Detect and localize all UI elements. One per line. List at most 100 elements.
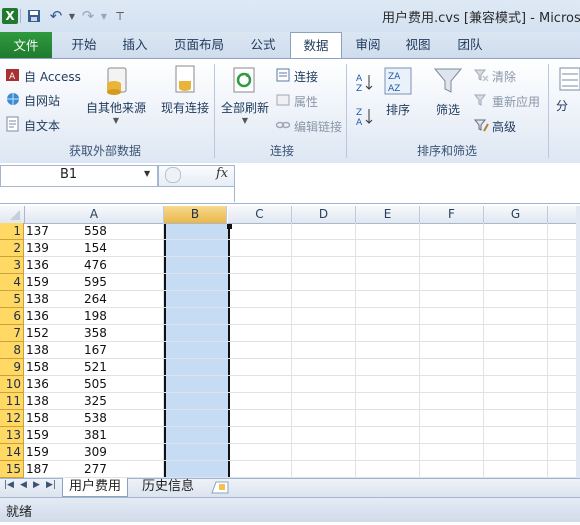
cell-a-suffix[interactable]: 309	[84, 444, 110, 461]
column-header-partial[interactable]	[548, 206, 576, 224]
row-header[interactable]: 6	[0, 308, 24, 325]
sort-desc-button[interactable]: ZA	[356, 106, 374, 129]
connections-button[interactable]: 连接	[275, 67, 318, 86]
column-header-a[interactable]: A	[25, 206, 164, 224]
row-header[interactable]: 9	[0, 359, 24, 376]
customize-toolbar-icon[interactable]: ⊤	[112, 8, 128, 24]
cell-a-suffix[interactable]: 476	[84, 257, 110, 274]
cell-a-suffix[interactable]: 198	[84, 308, 110, 325]
vertical-scrollbar[interactable]	[576, 206, 580, 478]
column-header-g[interactable]: G	[484, 206, 548, 224]
reapply-button[interactable]: 重新应用	[473, 92, 540, 111]
sort-asc-button[interactable]: AZ	[356, 72, 374, 95]
cell-a-suffix[interactable]: 558	[84, 223, 110, 240]
prev-sheet-icon[interactable]: ◀	[20, 480, 27, 490]
cell-a-prefix[interactable]: 136	[26, 257, 48, 274]
cell-a-suffix[interactable]: 277	[84, 461, 110, 478]
cell-a-suffix[interactable]: 167	[84, 342, 110, 359]
column-header-d[interactable]: D	[292, 206, 356, 224]
excel-logo-icon[interactable]: X	[2, 8, 18, 24]
tab-team[interactable]: 团队	[448, 32, 492, 57]
column-header-e[interactable]: E	[356, 206, 420, 224]
cell-a-prefix[interactable]: 138	[26, 393, 48, 410]
column-header-f[interactable]: F	[420, 206, 484, 224]
select-all-corner[interactable]	[0, 206, 25, 224]
other-sources-button[interactable]: 自其他来源 ▼	[86, 64, 146, 125]
tab-insert[interactable]: 插入	[112, 32, 158, 57]
row-header[interactable]: 2	[0, 240, 24, 257]
undo-icon[interactable]: ↶	[48, 7, 64, 25]
cell-a-prefix[interactable]: 138	[26, 342, 48, 359]
cell-a-suffix[interactable]: 325	[84, 393, 110, 410]
sheet-tab-active[interactable]: 用户费用	[62, 478, 129, 497]
cell-a-prefix[interactable]: 152	[26, 325, 48, 342]
properties-button[interactable]: 属性	[275, 92, 318, 111]
cell-a-suffix[interactable]: 521	[84, 359, 110, 376]
selected-column-b[interactable]	[164, 223, 230, 478]
expand-formula-icon[interactable]	[165, 167, 181, 183]
insert-function-icon[interactable]: fx	[216, 166, 228, 181]
row-header[interactable]: 4	[0, 274, 24, 291]
from-access-button[interactable]: A 自 Access	[5, 67, 81, 86]
tab-formulas[interactable]: 公式	[240, 32, 286, 57]
cell-a-prefix[interactable]: 159	[26, 274, 48, 291]
cell-a-prefix[interactable]: 159	[26, 427, 48, 444]
cell-a-prefix[interactable]: 136	[26, 308, 48, 325]
save-icon[interactable]	[26, 8, 42, 24]
tab-view[interactable]: 视图	[396, 32, 440, 57]
cell-a-prefix[interactable]: 136	[26, 376, 48, 393]
row-header[interactable]: 8	[0, 342, 24, 359]
row-header[interactable]: 11	[0, 393, 24, 410]
column-header-c[interactable]: C	[228, 206, 292, 224]
cell-a-suffix[interactable]: 154	[84, 240, 110, 257]
cell-a-prefix[interactable]: 158	[26, 410, 48, 427]
advanced-filter-button[interactable]: 高级	[473, 117, 516, 136]
fill-handle[interactable]	[227, 224, 232, 229]
edit-links-button[interactable]: 编辑链接	[275, 117, 342, 136]
redo-dropdown-icon[interactable]: ▼	[96, 8, 112, 24]
tab-home[interactable]: 开始	[60, 32, 108, 57]
row-header[interactable]: 1	[0, 223, 24, 240]
name-box[interactable]	[0, 165, 158, 187]
name-box-dropdown-icon[interactable]: ▼	[144, 169, 150, 178]
existing-connections-button[interactable]: 现有连接	[157, 64, 213, 116]
row-header[interactable]: 7	[0, 325, 24, 342]
cell-a-prefix[interactable]: 159	[26, 444, 48, 461]
redo-icon[interactable]: ↷	[80, 7, 96, 25]
refresh-all-button[interactable]: 全部刷新 ▼	[218, 64, 272, 125]
cell-a-suffix[interactable]: 381	[84, 427, 110, 444]
from-text-button[interactable]: 自文本	[5, 116, 60, 135]
insert-sheet-icon[interactable]	[210, 480, 230, 497]
cell-a-prefix[interactable]: 138	[26, 291, 48, 308]
cell-a-prefix[interactable]: 137	[26, 223, 48, 240]
row-header[interactable]: 12	[0, 410, 24, 427]
row-header[interactable]: 3	[0, 257, 24, 274]
tab-page-layout[interactable]: 页面布局	[164, 32, 234, 57]
more-button[interactable]: 分	[556, 64, 580, 114]
row-header[interactable]: 13	[0, 427, 24, 444]
tab-review[interactable]: 审阅	[346, 32, 390, 57]
sheet-tab[interactable]: 历史信息	[136, 478, 200, 496]
row-header[interactable]: 14	[0, 444, 24, 461]
tab-file[interactable]: 文件	[0, 32, 52, 59]
cell-a-suffix[interactable]: 264	[84, 291, 110, 308]
sort-button[interactable]: ZA AZ 排序	[380, 66, 416, 118]
filter-button[interactable]: 筛选	[428, 66, 468, 118]
row-header[interactable]: 15	[0, 461, 24, 478]
cell-a-suffix[interactable]: 595	[84, 274, 110, 291]
cell-a-suffix[interactable]: 538	[84, 410, 110, 427]
cell-a-prefix[interactable]: 158	[26, 359, 48, 376]
cell-a-prefix[interactable]: 187	[26, 461, 48, 478]
clear-filter-button[interactable]: 清除	[473, 67, 516, 86]
row-header[interactable]: 5	[0, 291, 24, 308]
tab-data[interactable]: 数据	[290, 32, 342, 60]
cell-a-suffix[interactable]: 505	[84, 376, 110, 393]
from-web-button[interactable]: 自网站	[5, 91, 60, 110]
first-sheet-icon[interactable]: |◀	[4, 480, 14, 490]
cell-a-prefix[interactable]: 139	[26, 240, 48, 257]
next-sheet-icon[interactable]: ▶	[33, 480, 40, 490]
column-header-b[interactable]: B	[164, 206, 227, 224]
undo-dropdown-icon[interactable]: ▼	[64, 8, 80, 24]
cell-a-suffix[interactable]: 358	[84, 325, 110, 342]
formula-input[interactable]	[234, 165, 580, 202]
